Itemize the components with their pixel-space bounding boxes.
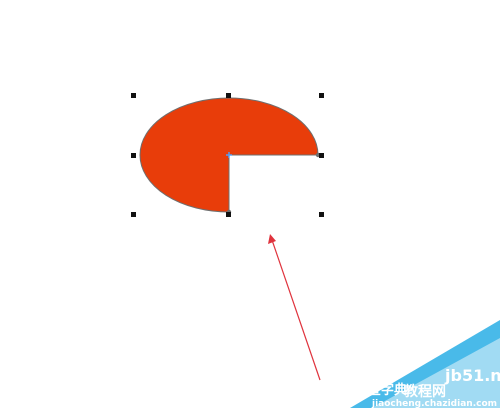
- selection-handle-top-right[interactable]: [319, 93, 324, 98]
- watermark-url: jiaocheng.chazidian.com: [371, 399, 497, 408]
- selection-handle-top-center[interactable]: [226, 93, 231, 98]
- watermark-site-cn: 教程网: [404, 383, 446, 400]
- watermark-site: jb51.net: [444, 366, 500, 385]
- watermark-brand-cn: 查字典: [367, 382, 407, 398]
- annotation-arrow: [268, 234, 321, 381]
- drawing-canvas[interactable]: jb51.net 教程网 查字典 jiaocheng.chazidian.com: [0, 0, 500, 408]
- selection-handle-bottom-left[interactable]: [131, 212, 136, 217]
- selection-handle-middle-left[interactable]: [131, 153, 136, 158]
- watermark-area: jb51.net 教程网 查字典 jiaocheng.chazidian.com: [350, 320, 500, 408]
- selection-handle-middle-right[interactable]: [319, 153, 324, 158]
- selection-handle-bottom-center[interactable]: [226, 212, 231, 217]
- selection-handle-top-left[interactable]: [131, 93, 136, 98]
- selection-handle-bottom-right[interactable]: [319, 212, 324, 217]
- drawing-surface: jb51.net 教程网 查字典 jiaocheng.chazidian.com: [131, 93, 500, 408]
